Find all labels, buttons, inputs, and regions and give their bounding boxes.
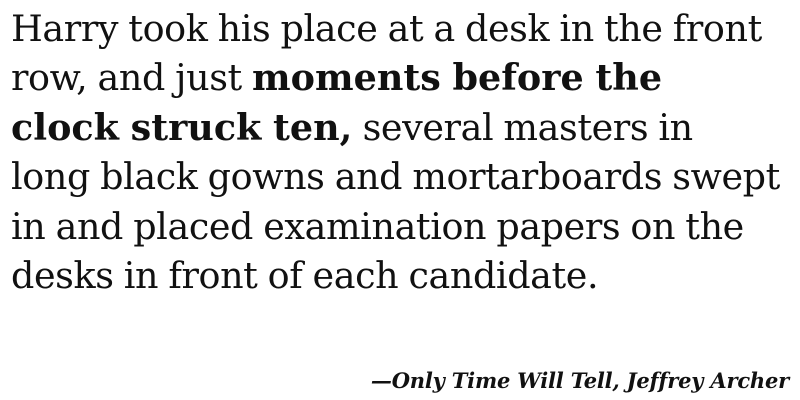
- quote-line-1-text: Harry took his place at a desk in the fr…: [11, 7, 762, 50]
- quote-emphasis-1: moments before the: [252, 56, 663, 100]
- quote-line-4: long black gowns and mortarboards swept: [11, 152, 791, 201]
- quote-line-6: desks in front of each candidate.: [11, 251, 791, 300]
- quote-line-1: Harry took his place at a desk in the fr…: [11, 4, 791, 53]
- quote-line-2-regular: row, and just: [11, 56, 253, 100]
- quote-line-4-text: long black gowns and mortarboards swept: [11, 155, 780, 199]
- quote-text: Harry took his place at a desk in the fr…: [11, 4, 791, 300]
- quote-line-5: in and placed examination papers on the: [11, 202, 791, 251]
- quote-line-6-text: desks in front of each candidate.: [11, 254, 599, 298]
- quote-line-3: clock struck ten, several masters in: [11, 103, 791, 152]
- quote-line-5-text: in and placed examination papers on the: [11, 204, 744, 248]
- quote-line-2: row, and just moments before the: [11, 53, 791, 102]
- quote-line-3-regular: several masters in: [352, 105, 694, 149]
- quote-emphasis-2: clock struck ten,: [11, 105, 353, 149]
- attribution: —Only Time Will Tell, Jeffrey Archer: [370, 368, 789, 393]
